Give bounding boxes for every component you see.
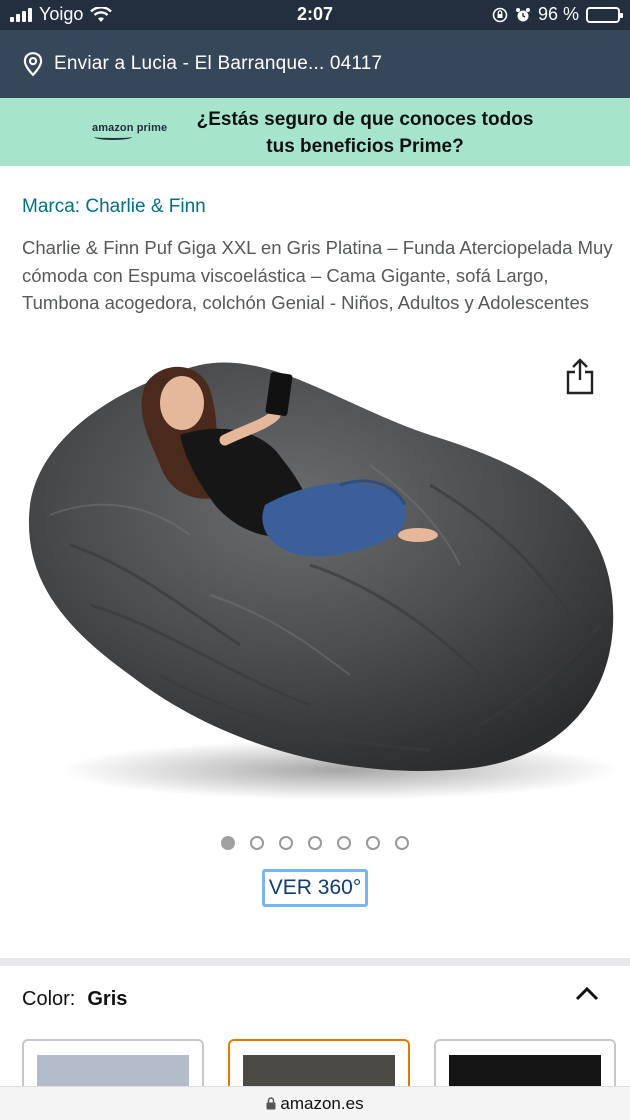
- status-bar: Yoigo 2:07 96 %: [0, 0, 630, 30]
- battery-icon: [586, 6, 623, 23]
- image-carousel-dots: [0, 836, 630, 850]
- prime-banner[interactable]: amazon prime ¿Estás seguro de que conoce…: [0, 98, 630, 166]
- carousel-dot[interactable]: [308, 836, 322, 850]
- prime-banner-text: ¿Estás seguro de que conoces todos tus b…: [196, 109, 534, 157]
- carousel-dot[interactable]: [250, 836, 264, 850]
- delivery-address: Enviar a Lucia - El Barranque... 04117: [54, 53, 383, 74]
- lock-icon: [266, 1097, 276, 1110]
- color-value: Gris: [87, 988, 128, 1010]
- battery-percent: 96 %: [537, 4, 579, 24]
- section-divider: [0, 958, 630, 966]
- location-pin-icon: [23, 52, 43, 77]
- carousel-dot[interactable]: [279, 836, 293, 850]
- chevron-up-icon[interactable]: [574, 984, 600, 1004]
- product-title: Charlie & Finn Puf Giga XXL en Gris Plat…: [22, 237, 613, 313]
- url-text: amazon.es: [280, 1093, 364, 1113]
- product-image[interactable]: [10, 345, 620, 805]
- view-360-button[interactable]: VER 360°: [262, 869, 368, 907]
- color-selector[interactable]: Color: Gris: [22, 988, 127, 1011]
- amazon-prime-logo: amazon prime: [92, 122, 167, 140]
- status-right: 96 %: [492, 4, 623, 25]
- orientation-lock-icon: [492, 7, 508, 22]
- color-label: Color:: [22, 988, 76, 1010]
- carousel-dot[interactable]: [395, 836, 409, 850]
- alarm-icon: [515, 7, 530, 21]
- carousel-dot[interactable]: [221, 836, 235, 850]
- carousel-dot[interactable]: [337, 836, 351, 850]
- browser-url-bar[interactable]: amazon.es: [0, 1086, 630, 1120]
- brand-link[interactable]: Marca: Charlie & Finn: [22, 196, 206, 218]
- delivery-location-bar[interactable]: Enviar a Lucia - El Barranque... 04117: [0, 30, 630, 98]
- share-icon[interactable]: [562, 356, 598, 396]
- carousel-dot[interactable]: [366, 836, 380, 850]
